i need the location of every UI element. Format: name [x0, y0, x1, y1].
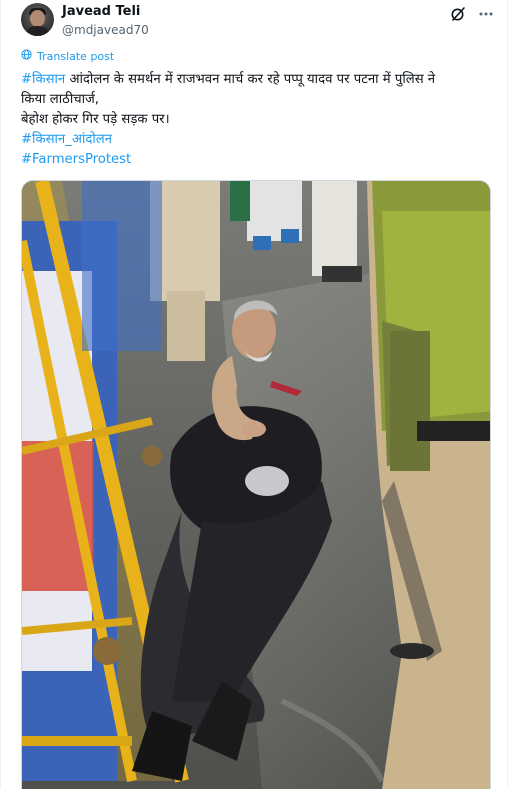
post-photo[interactable] — [21, 180, 491, 789]
tweet-line-1-text: आंदोलन के समर्थन में राजभवन मार्च कर रहे… — [65, 72, 436, 87]
hashtag-farmers-protest[interactable]: #FarmersProtest — [21, 150, 493, 170]
more-options-icon[interactable] — [477, 5, 495, 23]
header-actions — [449, 5, 495, 23]
grok-icon[interactable] — [449, 5, 467, 23]
translate-post-label: Translate post — [37, 49, 115, 63]
translate-post-link[interactable]: Translate post — [21, 49, 114, 63]
avatar-face — [30, 10, 45, 27]
tweet-line-3: बेहोश होकर गिर पड़े सड़क पर। — [21, 112, 170, 127]
hashtag-kisan-andolan[interactable]: #किसान_आंदोलन — [21, 130, 493, 150]
hashtag-kisan[interactable]: #किसान — [21, 72, 65, 87]
photo-illustration — [22, 181, 490, 789]
author-handle[interactable]: @mdjavead70 — [62, 22, 149, 38]
post-header: Javead Teli @mdjavead70 — [21, 3, 495, 39]
author-names: Javead Teli @mdjavead70 — [62, 3, 149, 38]
tweet-line-2: किया लाठीचार्ज, — [21, 92, 100, 107]
post-card: Javead Teli @mdjavead70 Translate post #… — [0, 0, 508, 789]
tweet-line-1: #किसान आंदोलन के समर्थन में राजभवन मार्च… — [21, 70, 493, 90]
author-display-name[interactable]: Javead Teli — [62, 4, 149, 20]
avatar-shirt — [24, 26, 51, 36]
globe-icon — [21, 49, 32, 63]
tweet-text: #किसान आंदोलन के समर्थन में राजभवन मार्च… — [21, 70, 493, 170]
author-avatar[interactable] — [21, 3, 54, 36]
